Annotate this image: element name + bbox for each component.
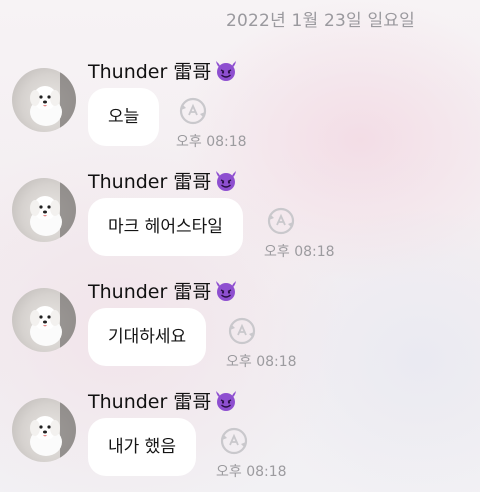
message-bubble[interactable]: 마크 헤어스타일 (88, 198, 243, 256)
avatar[interactable] (12, 288, 76, 352)
avatar[interactable] (12, 68, 76, 132)
message-time: 오후 08:18 (226, 354, 297, 370)
message-time: 오후 08:18 (176, 134, 247, 150)
avatar[interactable] (12, 398, 76, 462)
message-bubble[interactable]: 내가 했음 (88, 418, 196, 476)
date-header: 2022년 1월 23일 일요일 (226, 11, 415, 31)
translate-icon[interactable] (227, 316, 257, 346)
avatar[interactable] (12, 178, 76, 242)
sender-name: Thunder 雷哥 (88, 278, 239, 304)
message-time: 오후 08:18 (216, 464, 287, 480)
message-bubble[interactable]: 기대하세요 (88, 308, 207, 366)
sender-name: Thunder 雷哥 (88, 58, 239, 84)
smiling-devil-emoji-icon (216, 171, 237, 191)
message-bubble[interactable]: 오늘 (88, 88, 160, 146)
sender-name: Thunder 雷哥 (88, 388, 239, 414)
smiling-devil-emoji-icon (216, 281, 237, 301)
message-row: Thunder 雷哥 오늘 오후 08:18 (0, 58, 480, 158)
translate-icon[interactable] (266, 206, 296, 236)
sender-name: Thunder 雷哥 (88, 168, 239, 194)
smiling-devil-emoji-icon (216, 391, 237, 411)
smiling-devil-emoji-icon (216, 61, 237, 81)
translate-icon[interactable] (219, 426, 249, 456)
message-row: Thunder 雷哥 마크 헤어스타일 오후 08:18 (0, 168, 480, 268)
message-row: Thunder 雷哥 내가 했음 오후 08:18 (0, 388, 480, 488)
message-time: 오후 08:18 (264, 244, 335, 260)
message-row: Thunder 雷哥 기대하세요 오후 08:18 (0, 278, 480, 378)
translate-icon[interactable] (178, 96, 208, 126)
